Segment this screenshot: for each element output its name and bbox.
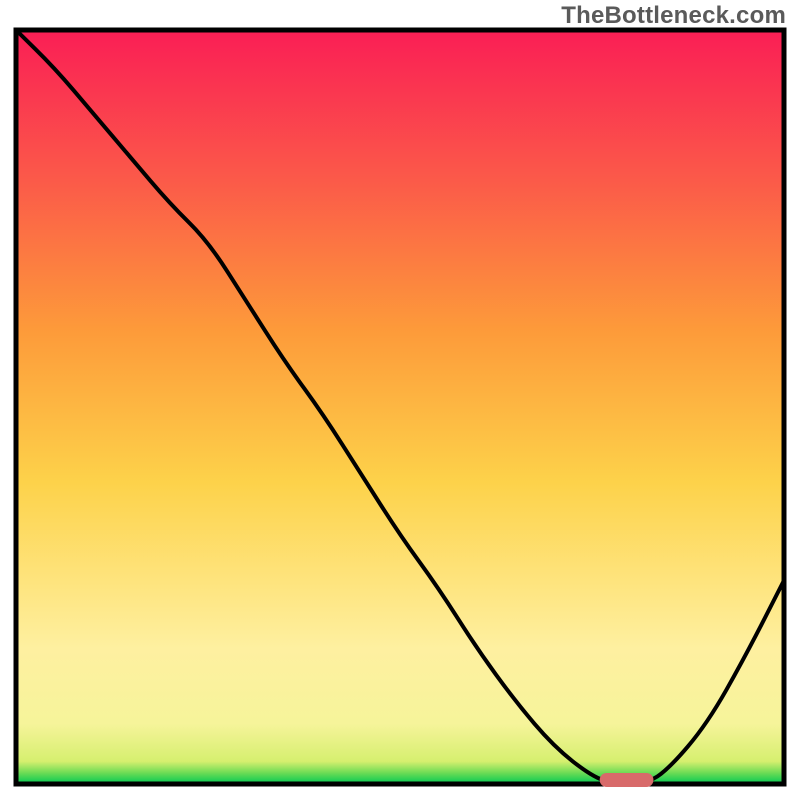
bottleneck-chart — [0, 0, 800, 800]
chart-frame: TheBottleneck.com — [0, 0, 800, 800]
optimal-range-marker — [600, 773, 654, 787]
plot-background — [16, 30, 784, 784]
